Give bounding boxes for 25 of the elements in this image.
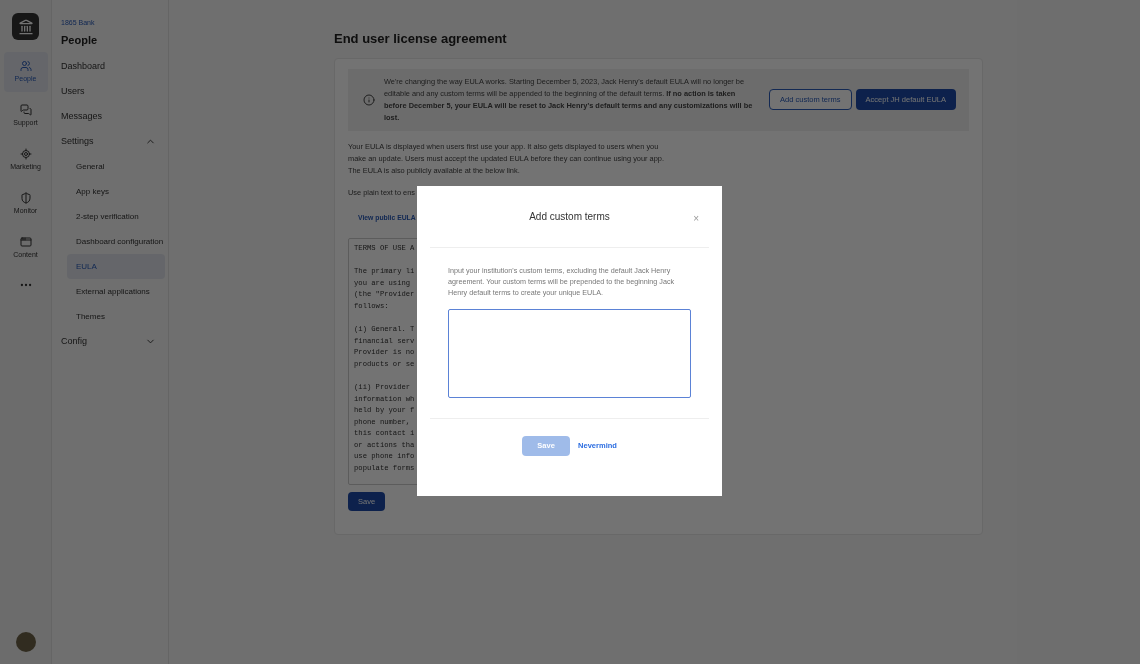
avatar[interactable] <box>15 632 36 652</box>
nav-item[interactable]: Messages <box>61 104 156 129</box>
section-title: People <box>61 32 99 48</box>
target-icon <box>19 147 32 160</box>
chat-icon <box>19 103 32 116</box>
nav-item[interactable]: General <box>67 154 165 179</box>
nav-item[interactable]: Themes <box>67 304 165 329</box>
nav-item[interactable]: Settings <box>61 129 156 154</box>
nav-item[interactable]: Users <box>61 79 156 104</box>
bank-logo-icon <box>12 13 39 40</box>
nav-item[interactable]: Config <box>61 329 156 354</box>
dialog-title: Add custom terms <box>529 210 610 224</box>
info-icon <box>363 93 375 106</box>
custom-terms-field[interactable] <box>448 309 691 398</box>
nav-item[interactable]: 2-step verification <box>67 204 165 229</box>
page-title: End user license agreement <box>334 30 508 48</box>
nav-item[interactable]: Dashboard <box>61 54 156 79</box>
nav-item[interactable]: Dashboard configuration <box>67 229 165 254</box>
window-icon <box>19 235 32 248</box>
nav-item[interactable]: App keys <box>67 179 165 204</box>
shield-icon <box>19 191 32 204</box>
people-icon <box>19 59 32 72</box>
close-button[interactable]: × <box>693 214 699 224</box>
nav-item[interactable]: External applications <box>67 279 165 304</box>
nav-item[interactable]: EULA <box>67 254 165 279</box>
